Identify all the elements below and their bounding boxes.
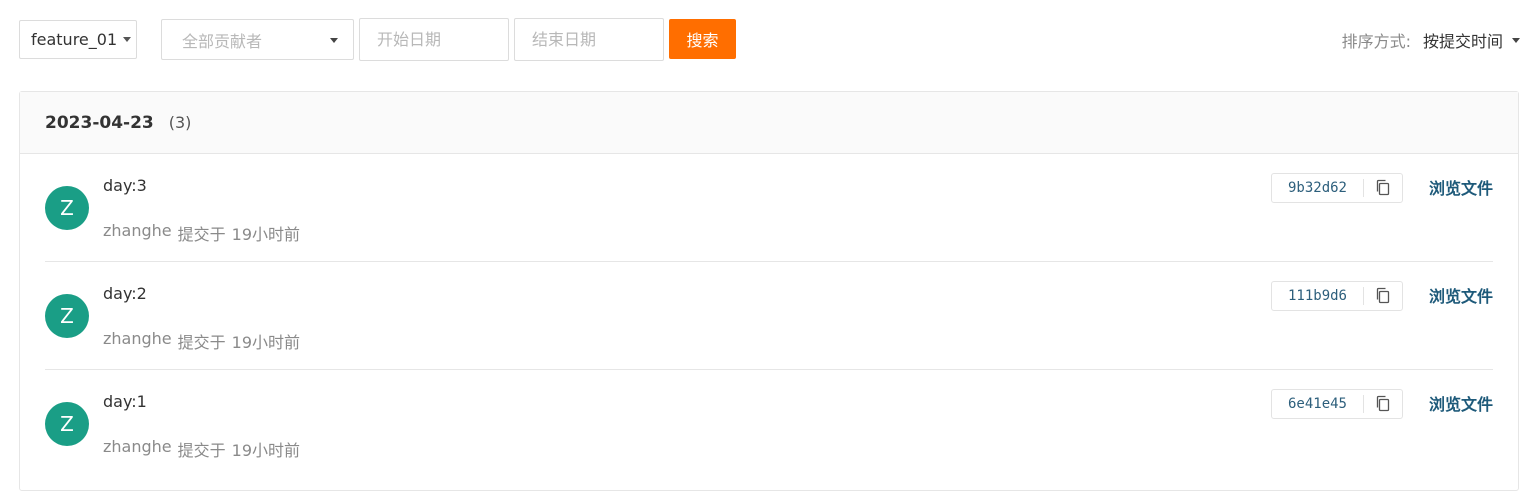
sort-control: 排序方式: 按提交时间	[1342, 29, 1520, 51]
commit-row: Z day:1 zhanghe 提交于 19小时前 6e41e45 浏览文件	[45, 370, 1493, 478]
search-button[interactable]: 搜索	[669, 19, 736, 59]
filter-toolbar: feature_01 全部贡献者 搜索 排序方式: 按提交时间	[0, 0, 1528, 80]
commit-row: Z day:2 zhanghe 提交于 19小时前 111b9d6 浏览文件	[45, 262, 1493, 370]
commit-time: 19小时前	[231, 333, 301, 352]
commit-message[interactable]: day:1	[103, 392, 147, 411]
browse-files-link[interactable]: 浏览文件	[1429, 391, 1493, 415]
commit-meta: zhanghe 提交于 19小时前	[103, 329, 300, 353]
avatar[interactable]: Z	[45, 294, 89, 338]
avatar[interactable]: Z	[45, 186, 89, 230]
commit-sha-box: 9b32d62	[1271, 173, 1403, 203]
commit-author: zhanghe	[103, 437, 172, 456]
commit-message[interactable]: day:3	[103, 176, 147, 195]
avatar[interactable]: Z	[45, 402, 89, 446]
sort-select[interactable]: 按提交时间	[1423, 28, 1503, 52]
commit-author: zhanghe	[103, 329, 172, 348]
end-date-input[interactable]	[514, 18, 664, 61]
copy-icon[interactable]	[1364, 179, 1402, 197]
branch-select[interactable]: feature_01	[19, 20, 137, 59]
browse-files-link[interactable]: 浏览文件	[1429, 283, 1493, 307]
commit-action: 提交于	[177, 225, 226, 244]
browse-files-link[interactable]: 浏览文件	[1429, 175, 1493, 199]
commit-author: zhanghe	[103, 221, 172, 240]
caret-down-icon	[330, 38, 338, 43]
commit-row: Z day:3 zhanghe 提交于 19小时前 9b32d62 浏览文件	[45, 154, 1493, 262]
copy-icon[interactable]	[1364, 395, 1402, 413]
copy-icon[interactable]	[1364, 287, 1402, 305]
group-date: 2023-04-23	[45, 112, 154, 133]
start-date-input[interactable]	[359, 18, 509, 61]
commit-sha[interactable]: 111b9d6	[1272, 288, 1363, 304]
caret-down-icon	[123, 37, 132, 42]
group-count: (3)	[168, 113, 192, 132]
commit-group-panel: 2023-04-23 (3) Z day:3 zhanghe 提交于 19小时前…	[19, 91, 1519, 491]
commit-meta: zhanghe 提交于 19小时前	[103, 437, 300, 461]
commit-meta: zhanghe 提交于 19小时前	[103, 221, 300, 245]
commit-sha-box: 6e41e45	[1271, 389, 1403, 419]
commit-group-header: 2023-04-23 (3)	[20, 92, 1518, 154]
sort-label: 排序方式:	[1341, 32, 1411, 51]
commit-action: 提交于	[177, 333, 226, 352]
commit-message[interactable]: day:2	[103, 284, 147, 303]
commit-time: 19小时前	[231, 225, 301, 244]
commit-sha[interactable]: 6e41e45	[1272, 396, 1363, 412]
commit-sha[interactable]: 9b32d62	[1272, 180, 1363, 196]
commit-time: 19小时前	[231, 441, 301, 460]
commit-action: 提交于	[177, 441, 226, 460]
branch-select-value: feature_01	[31, 30, 118, 49]
contributor-select[interactable]: 全部贡献者	[161, 19, 354, 60]
caret-down-icon[interactable]	[1512, 37, 1520, 43]
commit-sha-box: 111b9d6	[1271, 281, 1403, 311]
contributor-select-placeholder: 全部贡献者	[182, 31, 263, 51]
